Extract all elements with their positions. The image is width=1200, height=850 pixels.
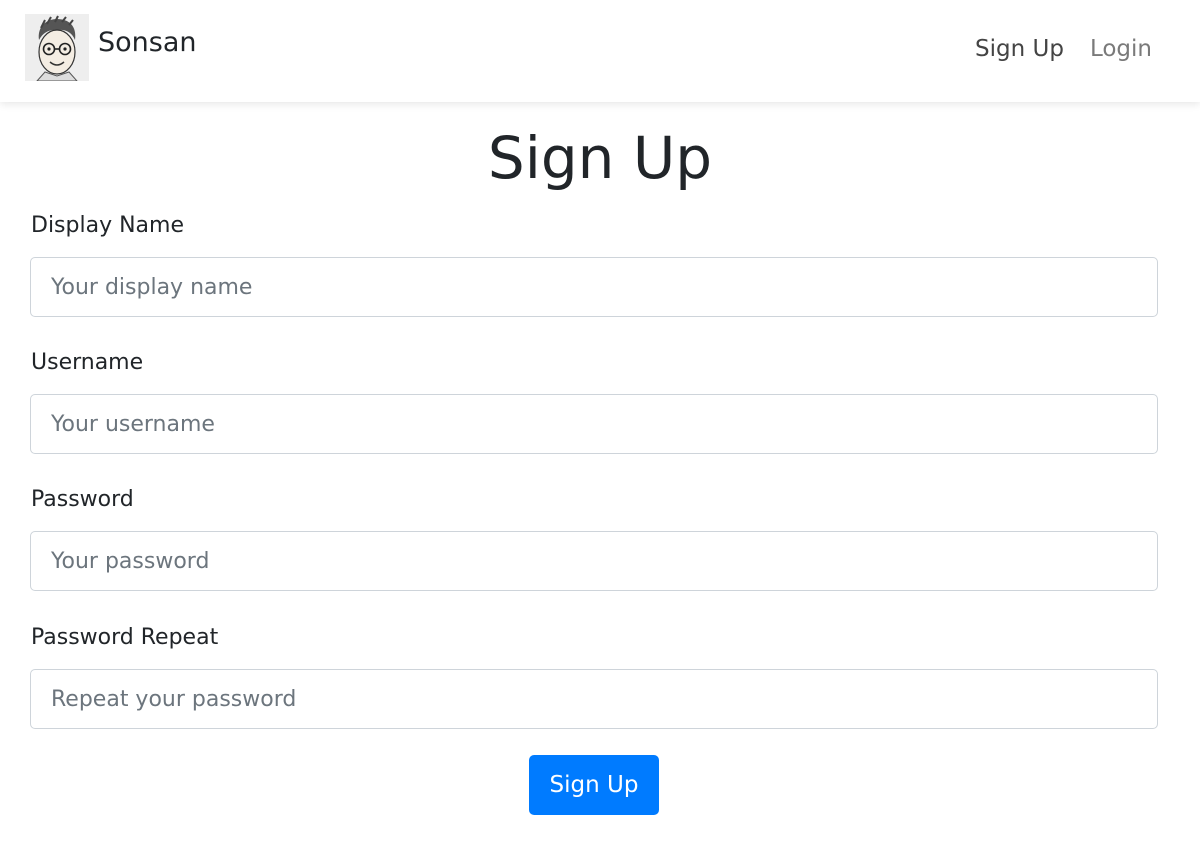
signup-submit-button[interactable]: Sign Up: [529, 755, 659, 815]
nav-link-signup[interactable]: Sign Up: [975, 33, 1064, 65]
username-input[interactable]: [30, 394, 1158, 454]
brand-name: Sonsan: [98, 26, 197, 58]
page-title: Sign Up: [487, 124, 713, 192]
password-label: Password: [31, 487, 134, 512]
password-repeat-input[interactable]: [30, 669, 1158, 729]
brand-link[interactable]: Sonsan: [25, 14, 197, 81]
nav-link-login[interactable]: Login: [1090, 33, 1152, 65]
display-name-input[interactable]: [30, 257, 1158, 317]
navbar: Sonsan Sign Up Login: [0, 0, 1200, 102]
password-input[interactable]: [30, 531, 1158, 591]
username-label: Username: [31, 350, 144, 375]
password-repeat-label: Password Repeat: [31, 625, 219, 650]
avatar-logo-icon: [25, 14, 89, 81]
nav-links: Sign Up Login: [949, 33, 1152, 65]
display-name-label: Display Name: [31, 213, 184, 238]
